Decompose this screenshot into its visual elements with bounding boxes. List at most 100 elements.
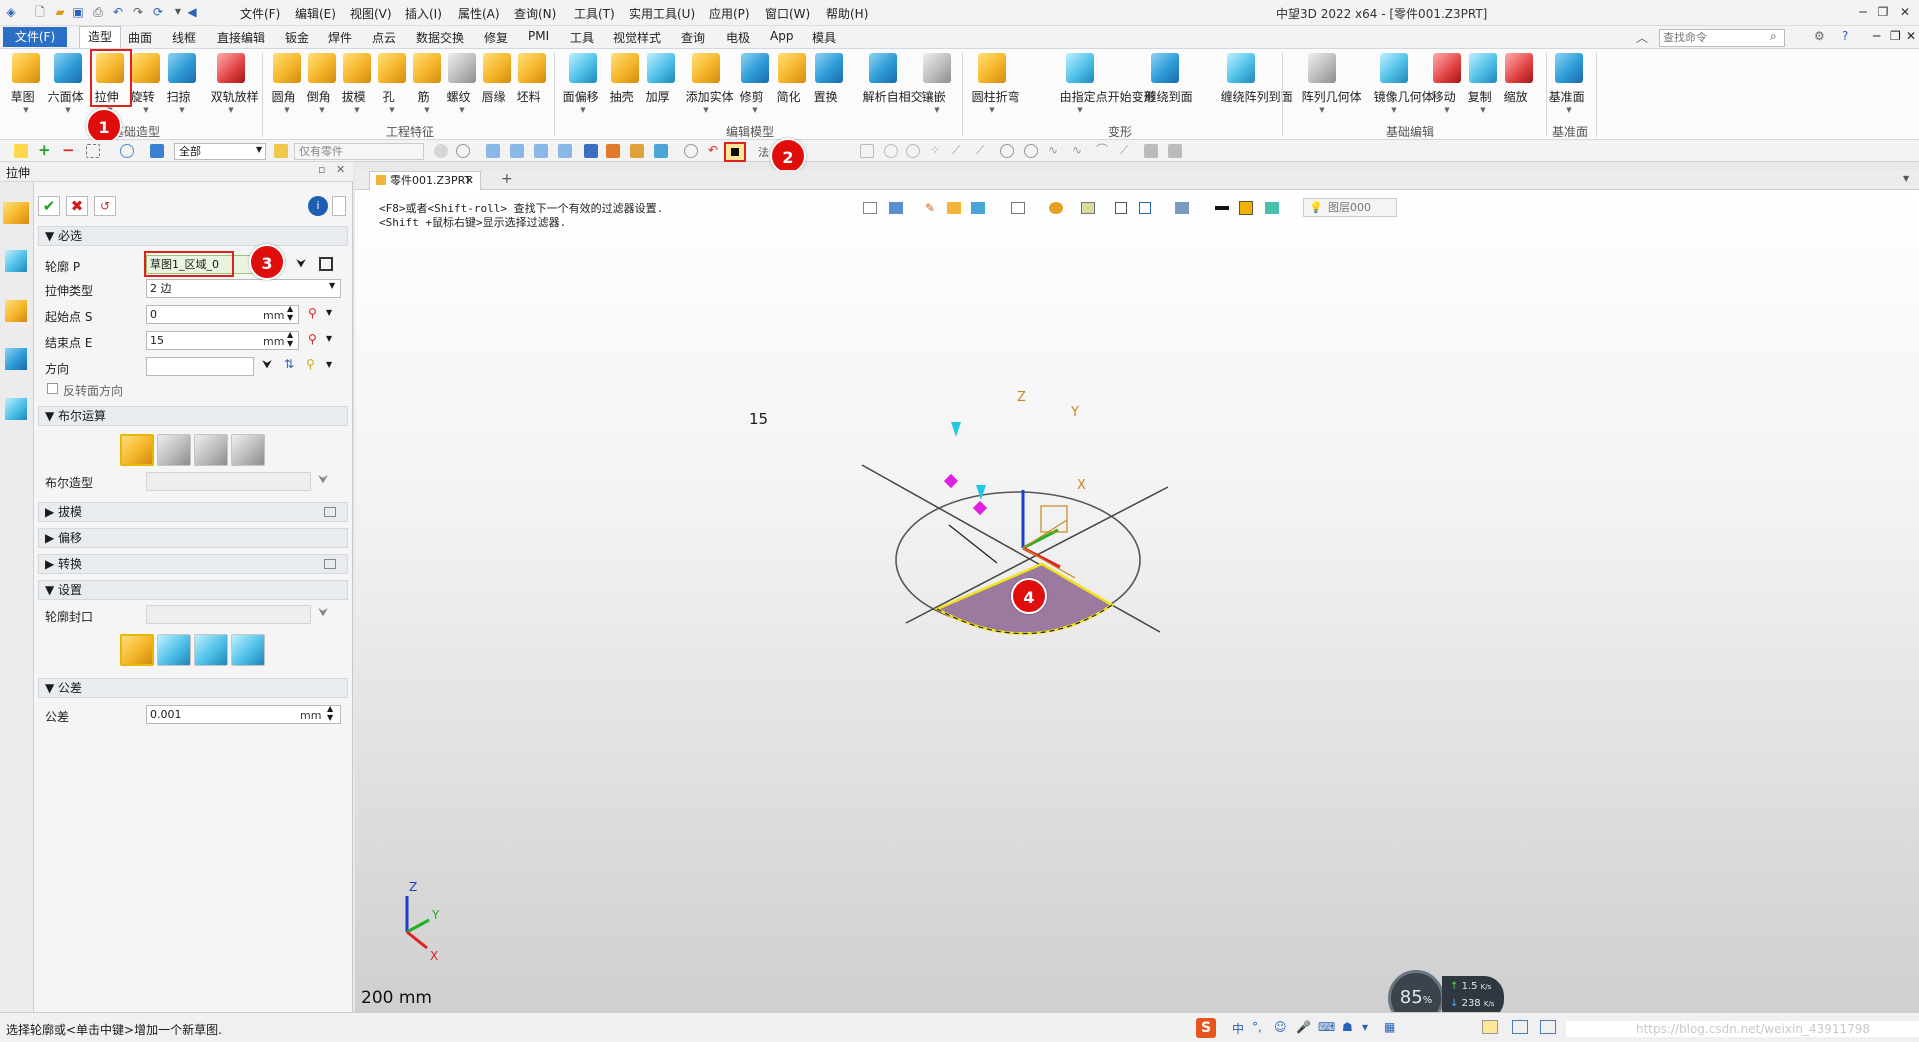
- move-button[interactable]: 移动 ▼: [1430, 53, 1464, 114]
- dimension-value[interactable]: 15: [749, 410, 768, 428]
- ime-punct-icon[interactable]: °,: [1252, 1020, 1262, 1034]
- trim-button[interactable]: 修剪 ▼: [738, 53, 772, 114]
- boolean-expand-icon[interactable]: ⮟: [318, 472, 328, 487]
- part-filter-icon[interactable]: [274, 144, 288, 158]
- snap-curve-icon[interactable]: ∿: [1048, 144, 1062, 158]
- print-icon[interactable]: ⎙: [90, 5, 106, 19]
- cap-expand-icon[interactable]: ⮟: [318, 605, 328, 620]
- ime-logo-icon[interactable]: S: [1196, 1018, 1216, 1038]
- section-settings[interactable]: ▼ 设置: [38, 580, 348, 600]
- menu-window[interactable]: 窗口(W): [765, 5, 810, 22]
- status-screen-icon[interactable]: [1512, 1020, 1528, 1034]
- menu-apply[interactable]: 应用(P): [709, 5, 750, 22]
- section-offset[interactable]: ▶ 偏移: [38, 528, 348, 548]
- tab-app[interactable]: App: [770, 29, 793, 43]
- info-icon[interactable]: i: [308, 196, 328, 216]
- align-center-icon[interactable]: [510, 144, 524, 158]
- chamfer-button[interactable]: 倒角 ▼: [305, 53, 339, 114]
- filter-select[interactable]: 全部: [174, 143, 266, 160]
- status-grid-icon[interactable]: [1540, 1020, 1556, 1034]
- ime-keyboard-icon[interactable]: ⌨: [1318, 1020, 1335, 1034]
- menu-insert[interactable]: 插入(I): [405, 5, 442, 22]
- tabs-menu-icon[interactable]: ▼: [1903, 174, 1909, 183]
- history-manager-icon[interactable]: [3, 202, 29, 224]
- snap-grid-icon[interactable]: ⁘: [930, 144, 944, 158]
- user-manager-icon[interactable]: [5, 398, 27, 420]
- history-icon[interactable]: [684, 144, 698, 158]
- hole-button[interactable]: 孔 ▼: [375, 53, 409, 114]
- refresh-icon[interactable]: ⟳: [150, 5, 166, 19]
- end-spinner-icon[interactable]: ▲ ▼: [287, 330, 293, 348]
- transform-toggle-icon[interactable]: [324, 559, 336, 569]
- ime-emoji-icon[interactable]: ☺: [1274, 1020, 1287, 1034]
- ime-voice-icon[interactable]: 🎤: [1296, 1020, 1311, 1034]
- doc-minimize-icon[interactable]: ─: [1873, 29, 1880, 43]
- snap-circle-icon[interactable]: [1000, 144, 1014, 158]
- profile-sketch-icon[interactable]: [319, 257, 333, 271]
- replace-button[interactable]: 置换: [812, 53, 846, 105]
- collapse-ribbon-icon[interactable]: ︿: [1636, 29, 1648, 46]
- ime-user-icon[interactable]: ☗: [1342, 1020, 1353, 1034]
- distribute-icon[interactable]: [558, 144, 572, 158]
- restore-icon[interactable]: ❐: [1873, 3, 1893, 21]
- pick-icon[interactable]: [584, 144, 598, 158]
- tab-data-exchange[interactable]: 数据交换: [416, 29, 464, 46]
- section-draft[interactable]: ▶ 拔模: [38, 502, 348, 522]
- tab-visual-style[interactable]: 视觉样式: [613, 29, 661, 46]
- assembly-manager-icon[interactable]: [5, 250, 27, 272]
- start-menu-icon[interactable]: ▼: [326, 308, 332, 317]
- tab-direct-edit[interactable]: 直接编辑: [217, 29, 265, 46]
- cap-start-icon[interactable]: [157, 634, 191, 666]
- snap-edge-icon[interactable]: ⟋: [976, 144, 990, 158]
- snap-icon[interactable]: [860, 144, 874, 158]
- boolean-intersect-icon[interactable]: [231, 434, 265, 466]
- add-solid-button[interactable]: 添加实体 ▼: [686, 53, 734, 114]
- menu-query[interactable]: 查询(N): [514, 5, 556, 22]
- draft-toggle-icon[interactable]: [324, 507, 336, 517]
- undo-icon[interactable]: ↶: [110, 5, 126, 19]
- snap-point-icon[interactable]: [906, 144, 920, 158]
- menu-utilities[interactable]: 实用工具(U): [629, 5, 695, 22]
- wrap-pattern-button[interactable]: 缠绕阵列到面: [1221, 53, 1293, 105]
- select-face-button[interactable]: [724, 142, 746, 162]
- menu-tools[interactable]: 工具(T): [574, 5, 615, 22]
- menu-view[interactable]: 视图(V): [350, 5, 392, 22]
- section-boolean[interactable]: ▼ 布尔运算: [38, 406, 348, 426]
- doc-close-icon[interactable]: ✕: [1906, 29, 1916, 43]
- tab-modeling[interactable]: 造型: [79, 26, 121, 48]
- 3d-viewport[interactable]: <F8>或者<Shift-roll> 查找下一个有效的过滤器设置. <Shift…: [355, 190, 1919, 1012]
- thicken-button[interactable]: 加厚: [644, 53, 678, 105]
- start-pick-icon[interactable]: ⚲: [308, 306, 317, 320]
- tab-file[interactable]: 文件(F): [3, 27, 67, 47]
- rotate-tool-icon[interactable]: [456, 144, 470, 158]
- filter-dropdown-icon[interactable]: ▼: [256, 145, 262, 154]
- face-offset-button[interactable]: 面偏移 ▼: [563, 53, 600, 114]
- tab-weldment[interactable]: 焊件: [328, 29, 352, 46]
- direction-pick-icon[interactable]: ⚲: [306, 357, 315, 371]
- part-filter-select[interactable]: 仅有零件: [294, 143, 424, 160]
- mirror-button[interactable]: 镜像几何体 ▼: [1374, 53, 1434, 114]
- new-tab-icon[interactable]: +: [501, 171, 513, 187]
- snap-tangent-icon[interactable]: ⌒: [1096, 144, 1110, 158]
- component-icon[interactable]: [654, 144, 668, 158]
- tab-wireframe[interactable]: 线框: [172, 29, 196, 46]
- minimize-icon[interactable]: ─: [1853, 3, 1873, 21]
- reverse-face-checkbox[interactable]: [47, 383, 58, 394]
- doc-icon[interactable]: [332, 196, 346, 216]
- filter-icon[interactable]: [150, 144, 164, 158]
- section-transform[interactable]: ▶ 转换: [38, 554, 348, 574]
- dual-rail-loft-button[interactable]: 双轨放样 ▼: [211, 53, 259, 114]
- menu-file[interactable]: 文件(F): [240, 5, 280, 22]
- section-tolerance[interactable]: ▼ 公差: [38, 678, 348, 698]
- thread-button[interactable]: 螺纹 ▼: [445, 53, 479, 114]
- pin-icon[interactable]: ▫: [318, 163, 325, 176]
- end-pick-icon[interactable]: ⚲: [308, 332, 317, 346]
- direction-expand-icon[interactable]: ⮟: [262, 357, 272, 372]
- wrap-to-face-button[interactable]: 缠绕到面: [1145, 53, 1193, 105]
- snap-solid-icon[interactable]: [1168, 144, 1182, 158]
- tab-surface[interactable]: 曲面: [128, 29, 152, 46]
- select-arrow-icon[interactable]: [14, 144, 28, 158]
- simplify-button[interactable]: 简化: [775, 53, 809, 105]
- menu-attribute[interactable]: 属性(A): [458, 5, 500, 22]
- menu-help[interactable]: 帮助(H): [826, 5, 868, 22]
